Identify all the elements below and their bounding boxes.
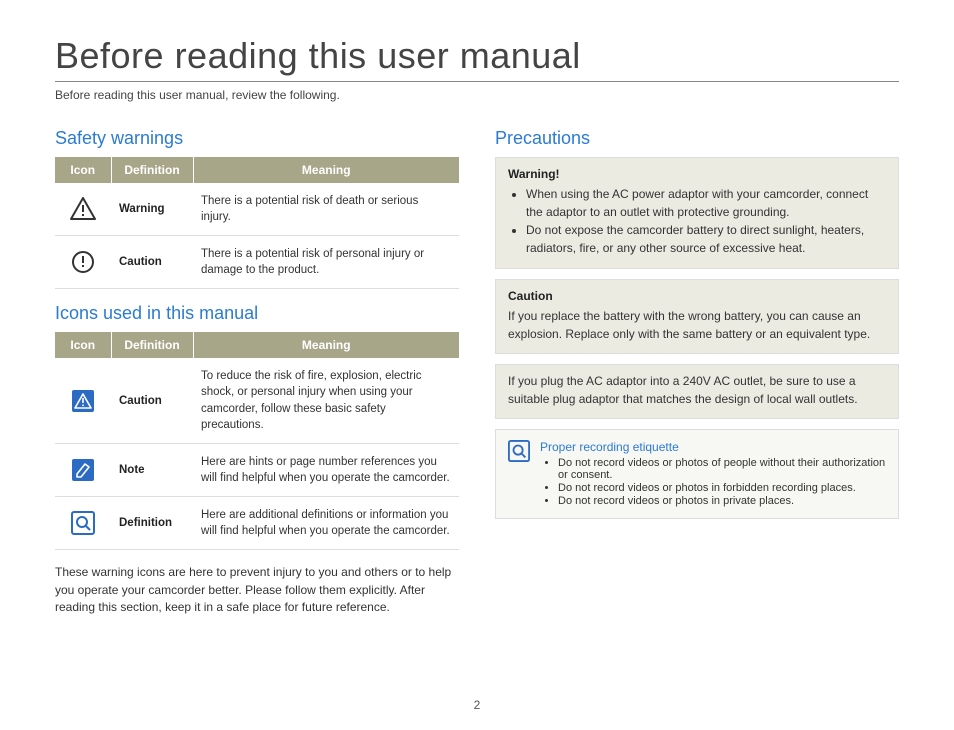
caution-box-title: Caution: [508, 288, 886, 305]
meaning-cell: There is a potential risk of death or se…: [193, 183, 459, 236]
meaning-cell: Here are hints or page number references…: [193, 443, 459, 496]
table-row: Warning There is a potential risk of dea…: [55, 183, 459, 236]
meaning-cell: There is a potential risk of personal in…: [193, 236, 459, 289]
table-row: Caution To reduce the risk of fire, expl…: [55, 358, 459, 443]
list-item: Do not expose the camcorder battery to d…: [526, 222, 886, 257]
list-item: When using the AC power adaptor with you…: [526, 186, 886, 221]
safety-warnings-table: Icon Definition Meaning Warning The: [55, 157, 459, 289]
th-definition: Definition: [111, 332, 193, 358]
etiquette-title: Proper recording etiquette: [540, 440, 886, 454]
etiquette-box: Proper recording etiquette Do not record…: [495, 429, 899, 519]
left-column: Safety warnings Icon Definition Meaning: [55, 124, 459, 616]
precautions-heading: Precautions: [495, 128, 899, 149]
caution-blue-triangle-icon: [71, 389, 95, 413]
meaning-cell: To reduce the risk of fire, explosion, e…: [193, 358, 459, 443]
intro-text: Before reading this user manual, review …: [55, 88, 899, 102]
definition-cell: Definition: [111, 496, 193, 549]
note-box: If you plug the AC adaptor into a 240V A…: [495, 364, 899, 419]
right-column: Precautions Warning! When using the AC p…: [495, 124, 899, 616]
note-blue-icon: [71, 458, 95, 482]
th-meaning: Meaning: [193, 157, 459, 183]
caution-box-text: If you replace the battery with the wron…: [508, 308, 886, 343]
warning-box-title: Warning!: [508, 166, 886, 183]
th-definition: Definition: [111, 157, 193, 183]
page-title: Before reading this user manual: [55, 35, 899, 82]
definition-blue-magnifier-icon: [508, 440, 530, 462]
definition-blue-magnifier-icon: [71, 511, 95, 535]
definition-cell: Caution: [111, 236, 193, 289]
table-row: Caution There is a potential risk of per…: [55, 236, 459, 289]
caution-box: Caution If you replace the battery with …: [495, 279, 899, 354]
table-row: Note Here are hints or page number refer…: [55, 443, 459, 496]
page-number: 2: [0, 698, 954, 712]
warning-triangle-icon: [70, 197, 96, 221]
safety-warnings-heading: Safety warnings: [55, 128, 459, 149]
list-item: Do not record videos or photos in forbid…: [558, 482, 886, 494]
warning-box: Warning! When using the AC power adaptor…: [495, 157, 899, 269]
th-icon: Icon: [55, 157, 111, 183]
list-item: Do not record videos or photos in privat…: [558, 495, 886, 507]
list-item: Do not record videos or photos of people…: [558, 457, 886, 481]
definition-cell: Warning: [111, 183, 193, 236]
meaning-cell: Here are additional definitions or infor…: [193, 496, 459, 549]
icons-used-heading: Icons used in this manual: [55, 303, 459, 324]
definition-cell: Caution: [111, 358, 193, 443]
caution-circle-icon: [71, 250, 95, 274]
icons-footer-paragraph: These warning icons are here to prevent …: [55, 564, 459, 616]
note-box-text: If you plug the AC adaptor into a 240V A…: [508, 373, 886, 408]
th-icon: Icon: [55, 332, 111, 358]
icons-used-table: Icon Definition Meaning Cautio: [55, 332, 459, 550]
th-meaning: Meaning: [193, 332, 459, 358]
definition-cell: Note: [111, 443, 193, 496]
table-row: Definition Here are additional definitio…: [55, 496, 459, 549]
